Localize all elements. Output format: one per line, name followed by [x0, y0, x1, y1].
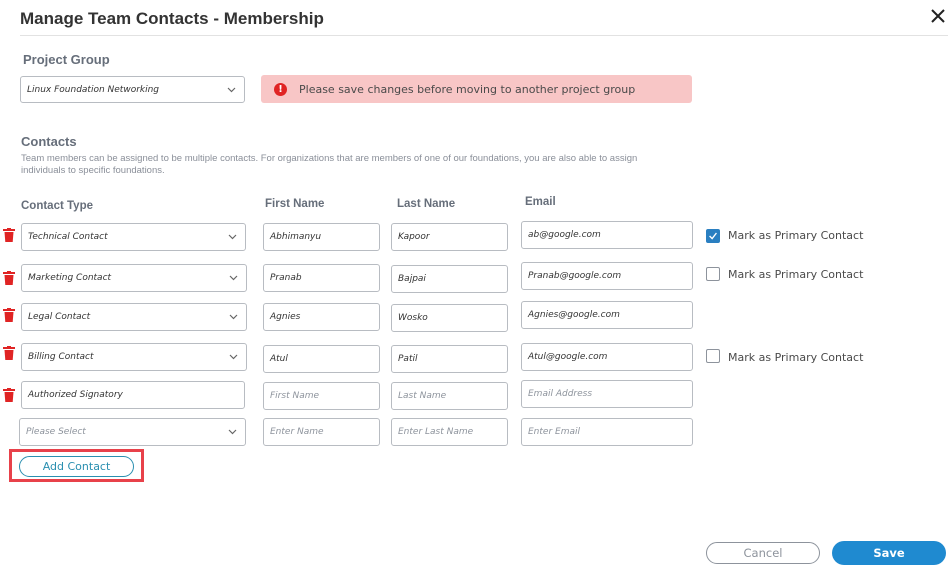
delete-row-icon[interactable]: [3, 388, 15, 402]
contact-type-field[interactable]: Authorized Signatory: [21, 381, 245, 409]
first-name-input[interactable]: Pranab: [263, 264, 380, 292]
delete-row-icon[interactable]: [3, 271, 15, 285]
save-button[interactable]: Save: [832, 541, 946, 565]
email-input[interactable]: Enter Email: [521, 418, 693, 446]
primary-contact-label: Mark as Primary Contact: [728, 268, 864, 281]
contact-type-value: Authorized Signatory: [28, 390, 123, 400]
project-group-value: Linux Foundation Networking: [27, 84, 160, 95]
last-name-input[interactable]: Bajpai: [391, 265, 508, 293]
column-header-first-name: First Name: [265, 198, 325, 210]
contact-type-value: Marketing Contact: [28, 273, 112, 283]
first-name-input[interactable]: Atul: [263, 345, 380, 373]
chevron-down-icon: [228, 429, 237, 435]
primary-contact-checkbox[interactable]: [706, 349, 720, 363]
title-divider: [20, 35, 948, 36]
contact-type-select[interactable]: Please Select: [19, 418, 246, 446]
contact-type-value: Technical Contact: [28, 232, 108, 242]
contacts-description: Team members can be assigned to be multi…: [21, 153, 638, 176]
last-name-input[interactable]: Patil: [391, 345, 508, 373]
email-input[interactable]: Email Address: [521, 380, 693, 408]
cancel-button[interactable]: Cancel: [706, 542, 820, 564]
primary-contact-checkbox[interactable]: [706, 267, 720, 281]
first-name-input[interactable]: Abhimanyu: [263, 223, 380, 251]
last-name-input[interactable]: Last Name: [391, 382, 508, 410]
column-header-contact-type: Contact Type: [21, 200, 93, 212]
contacts-heading: Contacts: [21, 134, 77, 149]
email-input[interactable]: Agnies@google.com: [521, 301, 693, 329]
project-group-select[interactable]: Linux Foundation Networking: [20, 76, 245, 103]
primary-contact-checkbox[interactable]: [706, 229, 720, 243]
project-group-heading: Project Group: [23, 52, 110, 67]
delete-row-icon[interactable]: [3, 228, 15, 242]
chevron-down-icon: [227, 87, 236, 93]
chevron-down-icon: [229, 354, 238, 360]
first-name-input[interactable]: Enter Name: [263, 418, 380, 446]
email-input[interactable]: ab@google.com: [521, 221, 693, 249]
last-name-input[interactable]: Wosko: [391, 304, 508, 332]
delete-row-icon[interactable]: [3, 308, 15, 322]
contact-type-select[interactable]: Technical Contact: [21, 223, 246, 251]
first-name-input[interactable]: First Name: [263, 382, 380, 410]
last-name-input[interactable]: Kapoor: [391, 223, 508, 251]
column-header-last-name: Last Name: [397, 198, 456, 210]
dialog-title: Manage Team Contacts - Membership: [20, 9, 324, 28]
contact-type-value: Billing Contact: [28, 352, 94, 362]
chevron-down-icon: [229, 275, 238, 281]
add-contact-button[interactable]: Add Contact: [19, 456, 134, 477]
chevron-down-icon: [228, 234, 237, 240]
first-name-input[interactable]: Agnies: [263, 303, 380, 331]
primary-contact-label: Mark as Primary Contact: [728, 229, 864, 242]
contact-type-value: Legal Contact: [28, 312, 91, 322]
primary-contact-label: Mark as Primary Contact: [728, 351, 864, 364]
delete-row-icon[interactable]: [3, 346, 15, 360]
email-input[interactable]: Atul@google.com: [521, 343, 693, 371]
save-warning-alert: ! Please save changes before moving to a…: [261, 75, 692, 103]
contact-type-select[interactable]: Legal Contact: [21, 303, 247, 331]
contact-type-select[interactable]: Marketing Contact: [21, 264, 247, 292]
last-name-input[interactable]: Enter Last Name: [391, 418, 508, 446]
contact-type-placeholder: Please Select: [26, 427, 86, 437]
chevron-down-icon: [229, 314, 238, 320]
alert-message: Please save changes before moving to ano…: [299, 82, 636, 96]
checkmark-icon: [709, 232, 717, 240]
email-input[interactable]: Pranab@google.com: [521, 262, 693, 290]
close-icon[interactable]: [929, 6, 947, 26]
alert-icon: !: [274, 82, 287, 96]
column-header-email: Email: [525, 196, 556, 208]
contact-type-select[interactable]: Billing Contact: [21, 343, 247, 371]
